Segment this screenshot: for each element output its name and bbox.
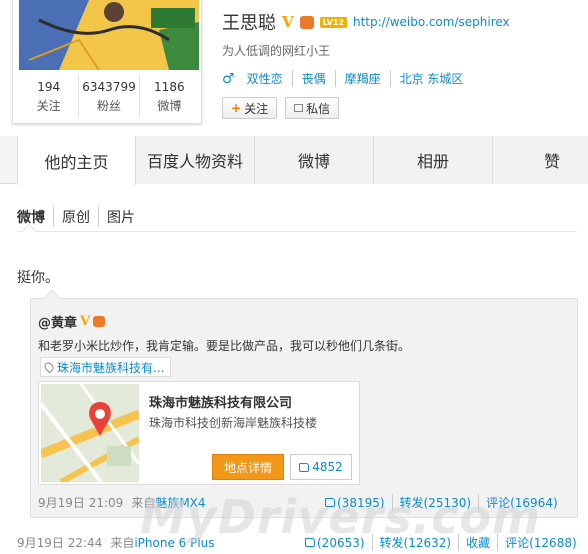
thumbs-up-icon — [299, 462, 310, 472]
post-like-button[interactable]: (20653) — [298, 536, 372, 550]
repost-source-link[interactable]: 魅族MX4 — [155, 494, 205, 511]
avatar[interactable] — [19, 0, 199, 70]
stat-label: 粉丝 — [96, 99, 121, 113]
stat-followers[interactable]: 6343799 粉丝 — [79, 74, 140, 118]
tab-album[interactable]: 相册 — [374, 136, 493, 184]
stat-number: 6343799 — [82, 80, 136, 94]
place-detail-button[interactable]: 地点详情 — [212, 454, 284, 480]
repost-meta: 9月19日 21:09 来自 魅族MX4 — [38, 494, 206, 511]
profile-card: 194 关注 6343799 粉丝 1186 微博 — [12, 0, 202, 124]
profile-tabs: 他的主页 百度人物资料 微博 相册 赞 — [0, 136, 588, 185]
tab-weibo[interactable]: 微博 — [255, 136, 374, 184]
follow-button[interactable]: + 关注 — [222, 97, 278, 119]
post-comment-link[interactable]: 评论(12688) — [497, 534, 584, 551]
post-text: 挺你。 — [17, 270, 59, 286]
repost-author-row: @黄章 V — [38, 312, 106, 331]
plus-icon: + — [231, 101, 242, 115]
post-forward-link[interactable]: 转发(12632) — [371, 534, 459, 551]
message-label: 私信 — [306, 101, 331, 116]
repost-actions: (38195) 转发(25130) 评论(16964) — [318, 494, 565, 511]
stat-number: 194 — [37, 80, 61, 94]
place-name: 珠海市魅族科技有限公司 — [149, 396, 293, 411]
tab-home[interactable]: 他的主页 — [17, 136, 136, 185]
level-badge[interactable]: LV12 — [319, 16, 347, 28]
filter-images[interactable]: 图片 — [98, 207, 143, 227]
repost-forward-link[interactable]: 转发(25130) — [391, 494, 479, 511]
member-icon[interactable] — [299, 15, 314, 29]
repost-comment-link[interactable]: 评论(16964) — [478, 494, 565, 511]
verified-icon[interactable]: V — [80, 314, 90, 329]
thumbs-up-icon — [305, 538, 315, 547]
tab-likes[interactable]: 赞 — [493, 136, 588, 184]
verified-icon[interactable]: V — [282, 13, 294, 31]
message-icon — [294, 104, 304, 112]
stat-following[interactable]: 194 关注 — [19, 74, 80, 118]
profile-url-link[interactable]: http://weibo.com/sephirex — [353, 15, 510, 29]
repost-like-button[interactable]: (38195) — [318, 496, 392, 510]
filter-original[interactable]: 原创 — [53, 207, 98, 227]
from-label: 来自 — [131, 496, 156, 510]
map-thumbnail[interactable] — [41, 384, 139, 482]
profile-actions: + 关注 私信 — [222, 97, 340, 119]
avatar-illustration — [19, 0, 199, 70]
place-like-button[interactable]: 4852 — [290, 454, 352, 480]
stat-posts[interactable]: 1186 微博 — [140, 74, 199, 118]
profile-tag-link[interactable]: 丧偶 — [291, 70, 335, 87]
post-source-link[interactable]: iPhone 6 Plus — [134, 536, 214, 550]
stat-number: 1186 — [154, 80, 185, 94]
profile-tag-link[interactable]: 北京 东城区 — [389, 70, 473, 87]
place-address: 珠海市科技创新海岸魅族科技楼 — [149, 416, 318, 430]
repost-author-link[interactable]: @黄章 — [38, 312, 77, 331]
filter-weibo[interactable]: 微博 — [17, 207, 53, 227]
repost-timestamp[interactable]: 9月19日 21:09 — [38, 494, 123, 511]
place-like-count: 4852 — [312, 460, 343, 474]
profile-tags: ♂ 双性恋 丧偶 摩羯座 北京 东城区 — [222, 70, 472, 87]
profile-stats: 194 关注 6343799 粉丝 1186 微博 — [19, 74, 199, 118]
profile-bio: 为人低调的网红小王 — [222, 44, 331, 58]
repost-text: 和老罗小米比炒作，我肯定输。要是比做产品，我可以秒他们几条街。 — [38, 339, 411, 353]
profile-tag-link[interactable]: 双性恋 — [247, 70, 292, 87]
stat-label: 关注 — [36, 99, 61, 113]
thumbs-up-icon — [325, 498, 335, 507]
profile-tag-link[interactable]: 摩羯座 — [334, 70, 390, 87]
map-image — [41, 384, 139, 482]
male-icon: ♂ — [222, 70, 235, 87]
post-meta: 9月19日 22:44 来自 iPhone 6 Plus — [17, 534, 215, 551]
location-pin-icon — [42, 360, 56, 374]
place-card[interactable]: 珠海市魅族科技有限公司 珠海市科技创新海岸魅族科技楼 地点详情 4852 — [38, 381, 360, 485]
location-chip-label: 珠海市魅族科技有... — [57, 360, 165, 375]
profile-name: 王思聪 — [222, 13, 276, 34]
tab-baidu-profile[interactable]: 百度人物资料 — [136, 136, 255, 184]
post-favorite-link[interactable]: 收藏 — [458, 534, 497, 551]
post-timestamp[interactable]: 9月19日 22:44 — [17, 534, 102, 551]
feed-filter-nav: 微博 原创 图片 — [17, 207, 143, 227]
profile-name-row: 王思聪 V LV12 http://weibo.com/sephirex — [222, 10, 510, 34]
like-count: (20653) — [317, 535, 365, 550]
post-actions: (20653) 转发(12632) 收藏 评论(12688) — [298, 534, 584, 551]
divider — [17, 231, 577, 232]
stat-label: 微博 — [157, 99, 182, 113]
location-chip[interactable]: 珠海市魅族科技有... — [40, 357, 172, 377]
follow-label: 关注 — [244, 101, 269, 116]
member-icon[interactable] — [93, 316, 106, 327]
message-button[interactable]: 私信 — [285, 97, 340, 119]
like-count: (38195) — [337, 495, 385, 510]
from-label: 来自 — [110, 536, 135, 550]
